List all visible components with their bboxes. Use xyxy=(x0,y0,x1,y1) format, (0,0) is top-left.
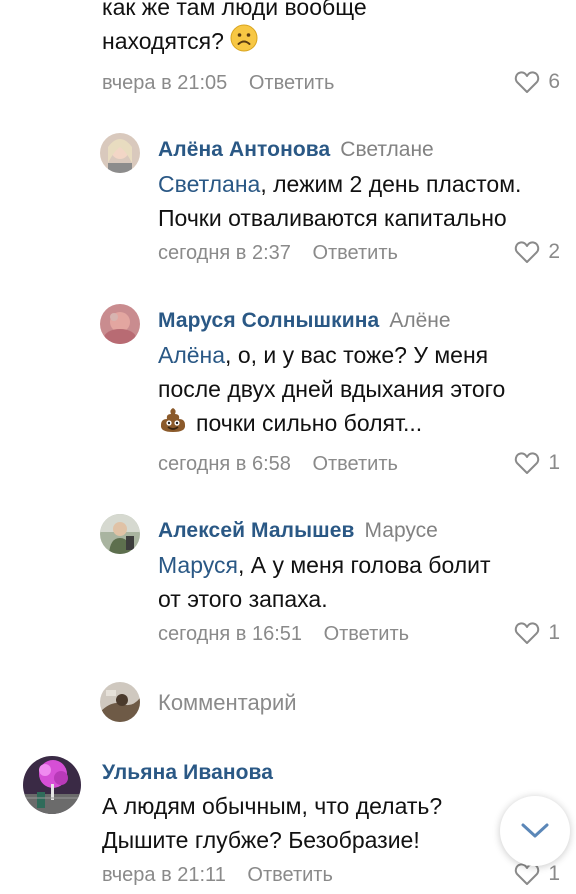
comment-text-line: после двух дней вдыхания этого xyxy=(158,376,506,402)
comment-text: А людям обычным, что делать? Дышите глуб… xyxy=(102,789,442,857)
mention-link[interactable]: Светлана xyxy=(158,171,260,197)
comment-time: вчера в 21:11 xyxy=(102,864,226,886)
avatar[interactable] xyxy=(100,133,140,173)
reply-button[interactable]: Ответить xyxy=(249,72,335,94)
comment-time: сегодня в 2:37 xyxy=(158,242,291,264)
comment-text-line: от этого запаха. xyxy=(158,586,328,612)
comment-text-line: Дышите глубже? Безобразие! xyxy=(102,827,420,853)
reply-button[interactable]: Ответить xyxy=(312,453,398,475)
heart-icon xyxy=(515,622,540,644)
chevron-down-icon xyxy=(521,823,549,838)
current-user-avatar xyxy=(100,682,140,722)
comment-header: Алексей Малышев Марусе xyxy=(158,519,438,543)
comment-header: Ульяна Иванова xyxy=(102,761,273,785)
reply-button[interactable]: Ответить xyxy=(312,242,398,264)
author-name[interactable]: Алексей Малышев xyxy=(158,519,355,542)
like-button[interactable]: 2 xyxy=(514,240,560,264)
like-count: 1 xyxy=(548,451,560,474)
like-button[interactable]: 1 xyxy=(514,621,560,645)
comment-text-fragment: , о, и у вас тоже? У меня xyxy=(225,342,489,368)
comment-text: Алёна, о, и у вас тоже? У меня после дву… xyxy=(158,338,505,443)
comment-header: Маруся Солнышкина Алёне xyxy=(158,309,451,333)
mention-link[interactable]: Алёна xyxy=(158,342,225,368)
comment-meta: вчера в 21:05 Ответить xyxy=(102,72,334,95)
comment-text: как же там люди вообще находятся? xyxy=(102,0,367,61)
avatar[interactable] xyxy=(100,304,140,344)
comment-time: сегодня в 16:51 xyxy=(158,623,302,645)
comment-text-fragment: находятся? xyxy=(102,28,224,54)
reply-to-name[interactable]: Алёне xyxy=(389,309,450,332)
comment-time: сегодня в 6:58 xyxy=(158,453,291,475)
like-button[interactable]: 6 xyxy=(514,70,560,94)
sad-face-emoji xyxy=(230,24,258,61)
comment-text-line: А людям обычным, что делать? xyxy=(102,793,443,819)
comment-meta: сегодня в 16:51 Ответить xyxy=(158,623,409,646)
reply-to-name[interactable]: Светлане xyxy=(340,138,433,161)
author-name[interactable]: Алёна Антонова xyxy=(158,138,330,161)
reply-button[interactable]: Ответить xyxy=(324,623,410,645)
comment-text-fragment: , лежим 2 день пластом. xyxy=(260,171,522,197)
comment-meta: сегодня в 2:37 Ответить xyxy=(158,242,398,265)
comment-text-line: Светлана, лежим 2 день пластом. xyxy=(158,167,521,201)
heart-icon xyxy=(515,452,540,474)
comment-text-line: почки сильно болят... xyxy=(158,406,505,443)
scroll-down-button[interactable] xyxy=(500,796,570,866)
comment-text-fragment: почки сильно болят... xyxy=(196,410,423,436)
like-count: 1 xyxy=(548,862,560,885)
like-count: 6 xyxy=(548,70,560,93)
like-count: 2 xyxy=(548,240,560,263)
author-name[interactable]: Ульяна Иванова xyxy=(102,761,273,784)
heart-icon xyxy=(515,71,540,93)
reply-to-name[interactable]: Марусе xyxy=(365,519,438,542)
reply-button[interactable]: Ответить xyxy=(247,864,333,886)
comment-text-line: как же там люди вообще xyxy=(102,0,367,20)
comment-text-line: Алёна, о, и у вас тоже? У меня xyxy=(158,338,505,372)
comment-header: Алёна Антонова Светлане xyxy=(158,138,434,162)
comment-meta: вчера в 21:11 Ответить xyxy=(102,864,333,887)
comment-time: вчера в 21:05 xyxy=(102,72,228,94)
comment-text-line: Маруся, А у меня голова болит xyxy=(158,548,491,582)
author-name[interactable]: Маруся Солнышкина xyxy=(158,309,379,332)
heart-icon xyxy=(515,241,540,263)
like-count: 1 xyxy=(548,621,560,644)
comment-text-line: Почки отваливаются капитально xyxy=(158,205,507,231)
like-button[interactable]: 1 xyxy=(514,451,560,475)
comment-input[interactable]: Комментарий xyxy=(158,690,297,716)
avatar[interactable] xyxy=(100,514,140,554)
pile-of-poo-emoji xyxy=(158,406,188,443)
comment-text: Маруся, А у меня голова болит от этого з… xyxy=(158,548,491,616)
mention-link[interactable]: Маруся xyxy=(158,552,238,578)
comment-meta: сегодня в 6:58 Ответить xyxy=(158,453,398,476)
reply-input-row[interactable]: Комментарий xyxy=(0,676,576,732)
avatar[interactable] xyxy=(23,756,81,814)
comment-text: Светлана, лежим 2 день пластом. Почки от… xyxy=(158,167,521,235)
comment-text-line: находятся? xyxy=(102,24,367,61)
comment-text-fragment: , А у меня голова болит xyxy=(237,552,491,578)
